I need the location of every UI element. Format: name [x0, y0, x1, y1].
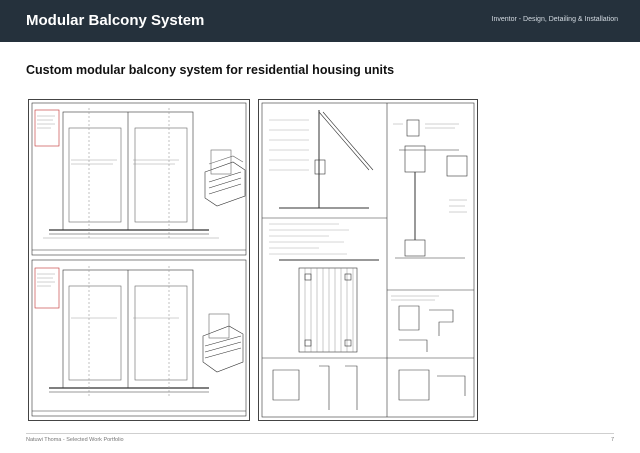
- balcony-elevation-drawings: [31, 102, 247, 417]
- footer-divider: [26, 433, 614, 434]
- page-title: Modular Balcony System: [26, 12, 205, 29]
- footer-credit: Natuwi Thoma - Selected Work Portfolio: [26, 437, 124, 443]
- header-subtitle: Inventor - Design, Detailing & Installat…: [491, 16, 618, 23]
- balcony-section-details: [261, 102, 475, 418]
- page-number: 7: [610, 437, 614, 443]
- drawing-sheet-right: [258, 99, 478, 421]
- section-heading: Custom modular balcony system for reside…: [26, 63, 395, 77]
- header-bar: Modular Balcony System Inventor - Design…: [0, 0, 640, 42]
- drawing-sheet-left: [28, 99, 250, 421]
